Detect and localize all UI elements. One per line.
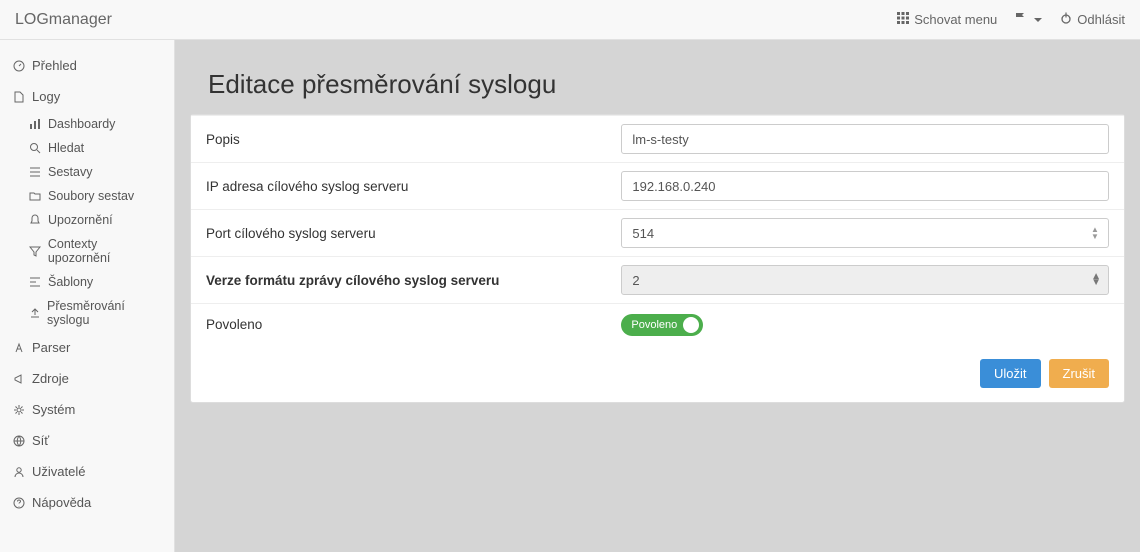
sidebar-label: Sestavy <box>48 165 92 179</box>
logout-label: Odhlásit <box>1077 12 1125 27</box>
cancel-button[interactable]: Zrušit <box>1049 359 1110 388</box>
sidebar-label: Dashboardy <box>48 117 115 131</box>
row-enabled: Povoleno Povoleno <box>191 303 1124 345</box>
row-description: Popis <box>191 115 1124 162</box>
list-icon <box>28 166 42 178</box>
flag-icon <box>1015 12 1027 27</box>
sidebar-item-system[interactable]: Systém <box>0 394 174 425</box>
form-panel: Popis IP adresa cílového syslog serveru … <box>190 114 1125 403</box>
select-caret-icon: ▲▼ <box>1091 274 1101 286</box>
sidebar-label: Uživatelé <box>32 464 85 479</box>
sidebar-label: Systém <box>32 402 75 417</box>
page-title: Editace přesměrování syslogu <box>190 55 1125 114</box>
help-icon <box>12 497 26 509</box>
sidebar-item-alerts[interactable]: Upozornění <box>0 208 174 232</box>
sidebar-label: Hledat <box>48 141 84 155</box>
language-dropdown[interactable] <box>1015 12 1042 27</box>
sidebar-item-help[interactable]: Nápověda <box>0 487 174 518</box>
hide-menu-label: Schovat menu <box>914 12 997 27</box>
sidebar-item-dashboards[interactable]: Dashboardy <box>0 112 174 136</box>
search-icon <box>28 142 42 154</box>
port-input[interactable] <box>621 218 1109 248</box>
sidebar-item-sources[interactable]: Zdroje <box>0 363 174 394</box>
sidebar-label: Šablony <box>48 275 93 289</box>
power-icon <box>1060 12 1072 27</box>
ip-input[interactable] <box>621 171 1109 201</box>
topbar: LOGmanager Schovat menu Odhlásit <box>0 0 1140 40</box>
user-icon <box>12 466 26 478</box>
toggle-label: Povoleno <box>631 319 677 331</box>
sidebar-label: Contexty upozornění <box>48 237 162 265</box>
version-select[interactable]: 2 <box>621 265 1109 295</box>
sidebar-label: Síť <box>32 433 49 448</box>
forward-icon <box>28 307 41 319</box>
font-icon <box>12 342 26 354</box>
label-ip: IP adresa cílového syslog serveru <box>206 179 621 194</box>
filter-icon <box>28 245 42 257</box>
row-port: Port cílového syslog serveru ▲▼ <box>191 209 1124 256</box>
dashboard-icon <box>12 60 26 72</box>
label-port: Port cílového syslog serveru <box>206 226 621 241</box>
description-input[interactable] <box>621 124 1109 154</box>
topbar-right: Schovat menu Odhlásit <box>897 12 1125 27</box>
brand[interactable]: LOGmanager <box>15 11 112 29</box>
sidebar-label: Přesměrování syslogu <box>47 299 162 327</box>
globe-icon <box>12 435 26 447</box>
sidebar-label: Přehled <box>32 58 77 73</box>
folder-icon <box>28 190 42 202</box>
sidebar-label: Soubory sestav <box>48 189 134 203</box>
bars-icon <box>28 118 42 130</box>
grid-icon <box>897 12 909 27</box>
sidebar-item-syslog-forward[interactable]: Přesměrování syslogu <box>0 294 174 332</box>
sidebar-label: Zdroje <box>32 371 69 386</box>
row-version: Verze formátu zprávy cílového syslog ser… <box>191 256 1124 303</box>
caret-down-icon <box>1034 18 1042 22</box>
sidebar-item-network[interactable]: Síť <box>0 425 174 456</box>
save-button[interactable]: Uložit <box>980 359 1041 388</box>
logout-link[interactable]: Odhlásit <box>1060 12 1125 27</box>
sidebar-item-overview[interactable]: Přehled <box>0 50 174 81</box>
sidebar-item-alert-contexts[interactable]: Contexty upozornění <box>0 232 174 270</box>
hide-menu-link[interactable]: Schovat menu <box>897 12 997 27</box>
bell-icon <box>28 214 42 226</box>
sidebar-item-report-files[interactable]: Soubory sestav <box>0 184 174 208</box>
sidebar-label: Logy <box>32 89 60 104</box>
row-ip: IP adresa cílového syslog serveru <box>191 162 1124 209</box>
file-icon <box>12 91 26 103</box>
sidebar-label: Upozornění <box>48 213 113 227</box>
sidebar-item-users[interactable]: Uživatelé <box>0 456 174 487</box>
sidebar-item-parser[interactable]: Parser <box>0 332 174 363</box>
sidebar-item-reports[interactable]: Sestavy <box>0 160 174 184</box>
sidebar-label: Parser <box>32 340 70 355</box>
label-enabled: Povoleno <box>206 317 621 332</box>
label-description: Popis <box>206 132 621 147</box>
sidebar-item-search[interactable]: Hledat <box>0 136 174 160</box>
sidebar-label: Nápověda <box>32 495 91 510</box>
megaphone-icon <box>12 373 26 385</box>
gear-icon <box>12 404 26 416</box>
toggle-knob <box>683 317 699 333</box>
number-spinner-icon[interactable]: ▲▼ <box>1091 222 1105 244</box>
template-icon <box>28 276 42 288</box>
main-content: Editace přesměrování syslogu Popis IP ad… <box>175 40 1140 552</box>
form-actions: Uložit Zrušit <box>191 345 1124 402</box>
sidebar-item-templates[interactable]: Šablony <box>0 270 174 294</box>
enabled-toggle[interactable]: Povoleno <box>621 314 703 336</box>
label-version: Verze formátu zprávy cílového syslog ser… <box>206 273 621 288</box>
sidebar: Přehled Logy Dashboardy Hledat Sestavy S… <box>0 40 175 552</box>
sidebar-item-logs[interactable]: Logy <box>0 81 174 112</box>
